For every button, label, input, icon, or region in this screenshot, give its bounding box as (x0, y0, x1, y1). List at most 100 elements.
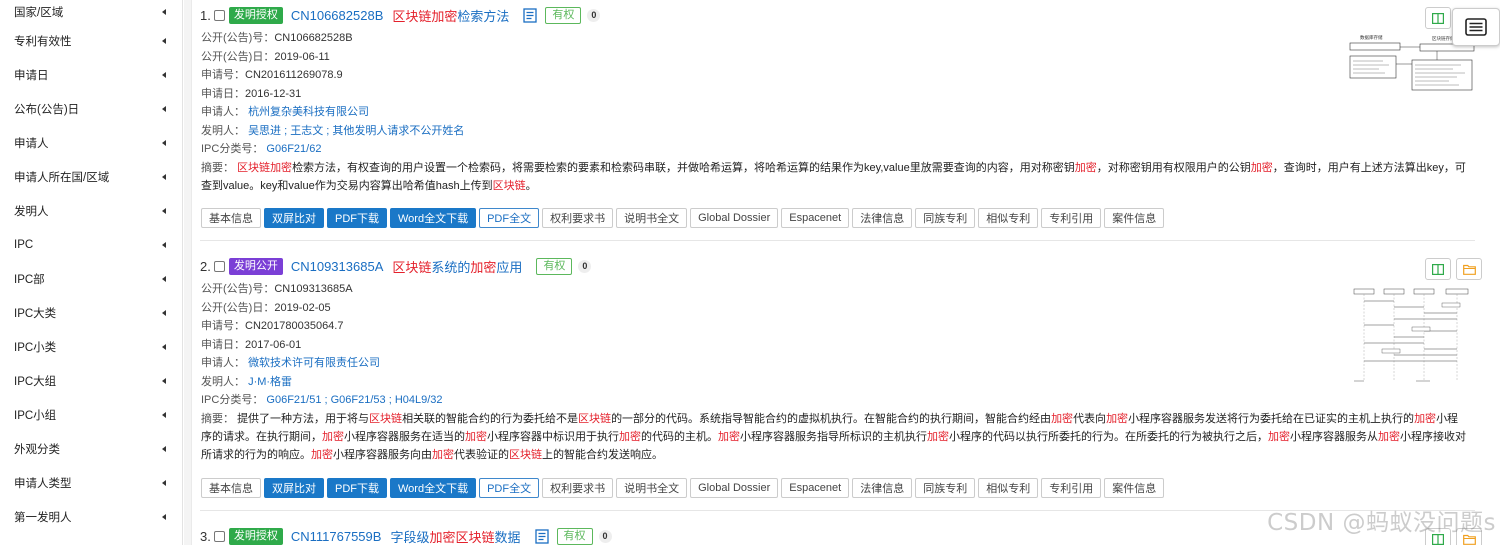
abstract-text: 区块链加密检索方法，有权查询的用户设置一个检索码，将需要检索的要素和检索码串联，… (201, 162, 1466, 192)
filter-first-inventor[interactable]: 第一发明人 (0, 500, 182, 534)
espacenet-button[interactable]: Espacenet (781, 478, 850, 498)
status-badge: 有权 (556, 527, 593, 545)
svg-text:数据库存储: 数据库存储 (1360, 34, 1383, 41)
basic-info-button[interactable]: 基本信息 (201, 478, 261, 498)
filter-ipc-class[interactable]: IPC大类 (0, 296, 182, 330)
filter-publication-date[interactable]: 公布(公告)日 (0, 92, 182, 126)
claims-button[interactable]: 权利要求书 (542, 208, 614, 228)
basic-info-button[interactable]: 基本信息 (201, 208, 261, 228)
pdf-download-button[interactable]: PDF下载 (327, 478, 387, 498)
caret-left-icon (162, 344, 166, 350)
patent-title-link[interactable]: 字段级加密区块链数据 (390, 527, 520, 545)
abstract-segment: 小程序容器服务在适当的 (344, 431, 465, 443)
sidebar-scrollbar[interactable] (184, 0, 192, 545)
pub-number-link[interactable]: CN109313685A (291, 259, 384, 274)
description-button[interactable]: 说明书全文 (616, 478, 688, 498)
ipc-link[interactable]: G06F21/51 ; G06F21/53 ; H04L9/32 (266, 394, 442, 406)
abstract-segment: 上的智能合约发送响应。 (542, 449, 663, 461)
pdf-fulltext-button[interactable]: PDF全文 (479, 478, 540, 498)
similar-patents-button[interactable]: 相似专利 (978, 208, 1039, 228)
global-dossier-button[interactable]: Global Dossier (690, 478, 779, 498)
patent-citations-button[interactable]: 专利引用 (1041, 208, 1102, 228)
caret-left-icon (162, 242, 166, 248)
similar-patents-button[interactable]: 相似专利 (978, 478, 1039, 498)
filter-applicant-country[interactable]: 申请人所在国/区域 (0, 160, 182, 194)
filter-inventor[interactable]: 发明人 (0, 194, 182, 228)
filter-country-region[interactable]: 国家/区域 (0, 0, 182, 24)
claims-button[interactable]: 权利要求书 (542, 478, 614, 498)
case-info-button[interactable]: 案件信息 (1104, 208, 1165, 228)
applicant-link[interactable]: 杭州复杂美科技有限公司 (248, 106, 369, 118)
abstract-keyword-highlight: 区块链 (578, 413, 612, 425)
inventor-link[interactable]: J·M·格雷 (248, 376, 292, 388)
result-checkbox[interactable] (213, 530, 225, 542)
applicant-link[interactable]: 微软技术许可有限责任公司 (248, 357, 380, 369)
abstract-keyword-highlight: 加密 (1106, 413, 1129, 425)
family-patents-button[interactable]: 同族专利 (915, 208, 976, 228)
word-download-button[interactable]: Word全文下载 (390, 208, 477, 228)
document-icon[interactable] (523, 7, 538, 23)
open-folder-button[interactable] (1456, 258, 1482, 280)
result-title-row: 2. 发明公开 CN109313685A 区块链系统的加密应用 有权 0 (200, 256, 592, 276)
filter-ipc[interactable]: IPC (0, 228, 182, 262)
pdf-download-button[interactable]: PDF下载 (327, 208, 387, 228)
filter-applicant-type[interactable]: 申请人类型 (0, 466, 182, 500)
result-checkbox[interactable] (213, 9, 225, 21)
count-badge: 0 (598, 529, 612, 543)
abstract-segment: 小程序的代码以执行所委托的行为。在所委托的行为被执行之后， (949, 431, 1268, 443)
family-patents-button[interactable]: 同族专利 (915, 478, 976, 498)
abstract: 摘要： 区块链加密检索方法，有权查询的用户设置一个检索码，将需要检索的要素和检索… (201, 162, 1466, 192)
legal-info-button[interactable]: 法律信息 (852, 208, 913, 228)
patent-citations-button[interactable]: 专利引用 (1041, 478, 1102, 498)
filter-patent-validity[interactable]: 专利有效性 (0, 24, 182, 58)
filter-applicant[interactable]: 申请人 (0, 126, 182, 160)
action-buttons: 基本信息 双屏比对 PDF下载 Word全文下载 PDF全文 权利要求书 说明书… (201, 478, 1165, 498)
type-badge: 发明公开 (228, 257, 283, 275)
abstract-segment: 代表向 (1073, 413, 1107, 425)
legal-info-button[interactable]: 法律信息 (852, 478, 913, 498)
caret-left-icon (162, 276, 166, 282)
word-download-button[interactable]: Word全文下载 (390, 478, 477, 498)
dual-screen-compare-button[interactable]: 双屏比对 (264, 208, 324, 228)
list-view-toggle[interactable] (1452, 8, 1500, 46)
filter-application-date[interactable]: 申请日 (0, 58, 182, 92)
patent-drawing-thumbnail[interactable] (1342, 285, 1476, 385)
filter-ipc-main-group[interactable]: IPC大组 (0, 364, 182, 398)
result-meta: 公开(公告)号：CN106682528B 公开(公告)日：2019-06-11 … (201, 32, 465, 155)
description-button[interactable]: 说明书全文 (616, 208, 688, 228)
filter-ipc-section[interactable]: IPC部 (0, 262, 182, 296)
split-view-button[interactable] (1425, 258, 1451, 280)
abstract-keyword-highlight: 加密 (927, 431, 949, 443)
caret-left-icon (162, 106, 166, 112)
espacenet-button[interactable]: Espacenet (781, 208, 850, 228)
abstract-keyword-highlight: 加密 (1378, 431, 1400, 443)
caret-left-icon (162, 208, 166, 214)
abstract-segment: 小程序容器服务向由 (333, 449, 432, 461)
abstract-keyword-highlight: 加密 (1414, 413, 1437, 425)
patent-title-link[interactable]: 区块链系统的加密应用 (392, 257, 522, 276)
inventor-link[interactable]: 吴思进 ; 王志文 ; 其他发明人请求不公开姓名 (248, 125, 464, 137)
filter-ipc-subclass[interactable]: IPC小类 (0, 330, 182, 364)
watermark: CSDN @蚂蚁没问题s (1267, 510, 1496, 536)
patent-title-link[interactable]: 区块链加密检索方法 (392, 6, 509, 25)
result-index: 2. (200, 258, 211, 274)
abstract-keyword-highlight: 加密 (1051, 413, 1074, 425)
abstract-segment: 检索方法，有权查询的用户设置一个检索码，将需要检索的要素和检索码串联，并做哈希运… (292, 162, 1075, 174)
dual-screen-compare-button[interactable]: 双屏比对 (264, 478, 324, 498)
ipc-link[interactable]: G06F21/62 (266, 143, 321, 155)
result-index: 1. (200, 7, 211, 23)
global-dossier-button[interactable]: Global Dossier (690, 208, 779, 228)
pub-number-link[interactable]: CN106682528B (291, 8, 384, 23)
result-checkbox[interactable] (213, 260, 225, 272)
case-info-button[interactable]: 案件信息 (1104, 478, 1165, 498)
split-view-button[interactable] (1425, 7, 1451, 29)
count-badge: 0 (578, 259, 592, 273)
count-badge: 0 (587, 8, 601, 22)
pdf-fulltext-button[interactable]: PDF全文 (479, 208, 540, 228)
abstract-text: 提供了一种方法，用于将与区块链相关联的智能合约的行为委托给不是区块链的一部分的代… (201, 413, 1466, 461)
caret-left-icon (162, 412, 166, 418)
filter-design-class[interactable]: 外观分类 (0, 432, 182, 466)
document-icon[interactable] (534, 528, 549, 544)
filter-ipc-subgroup[interactable]: IPC小组 (0, 398, 182, 432)
pub-number-link[interactable]: CN111767559B (291, 529, 382, 544)
